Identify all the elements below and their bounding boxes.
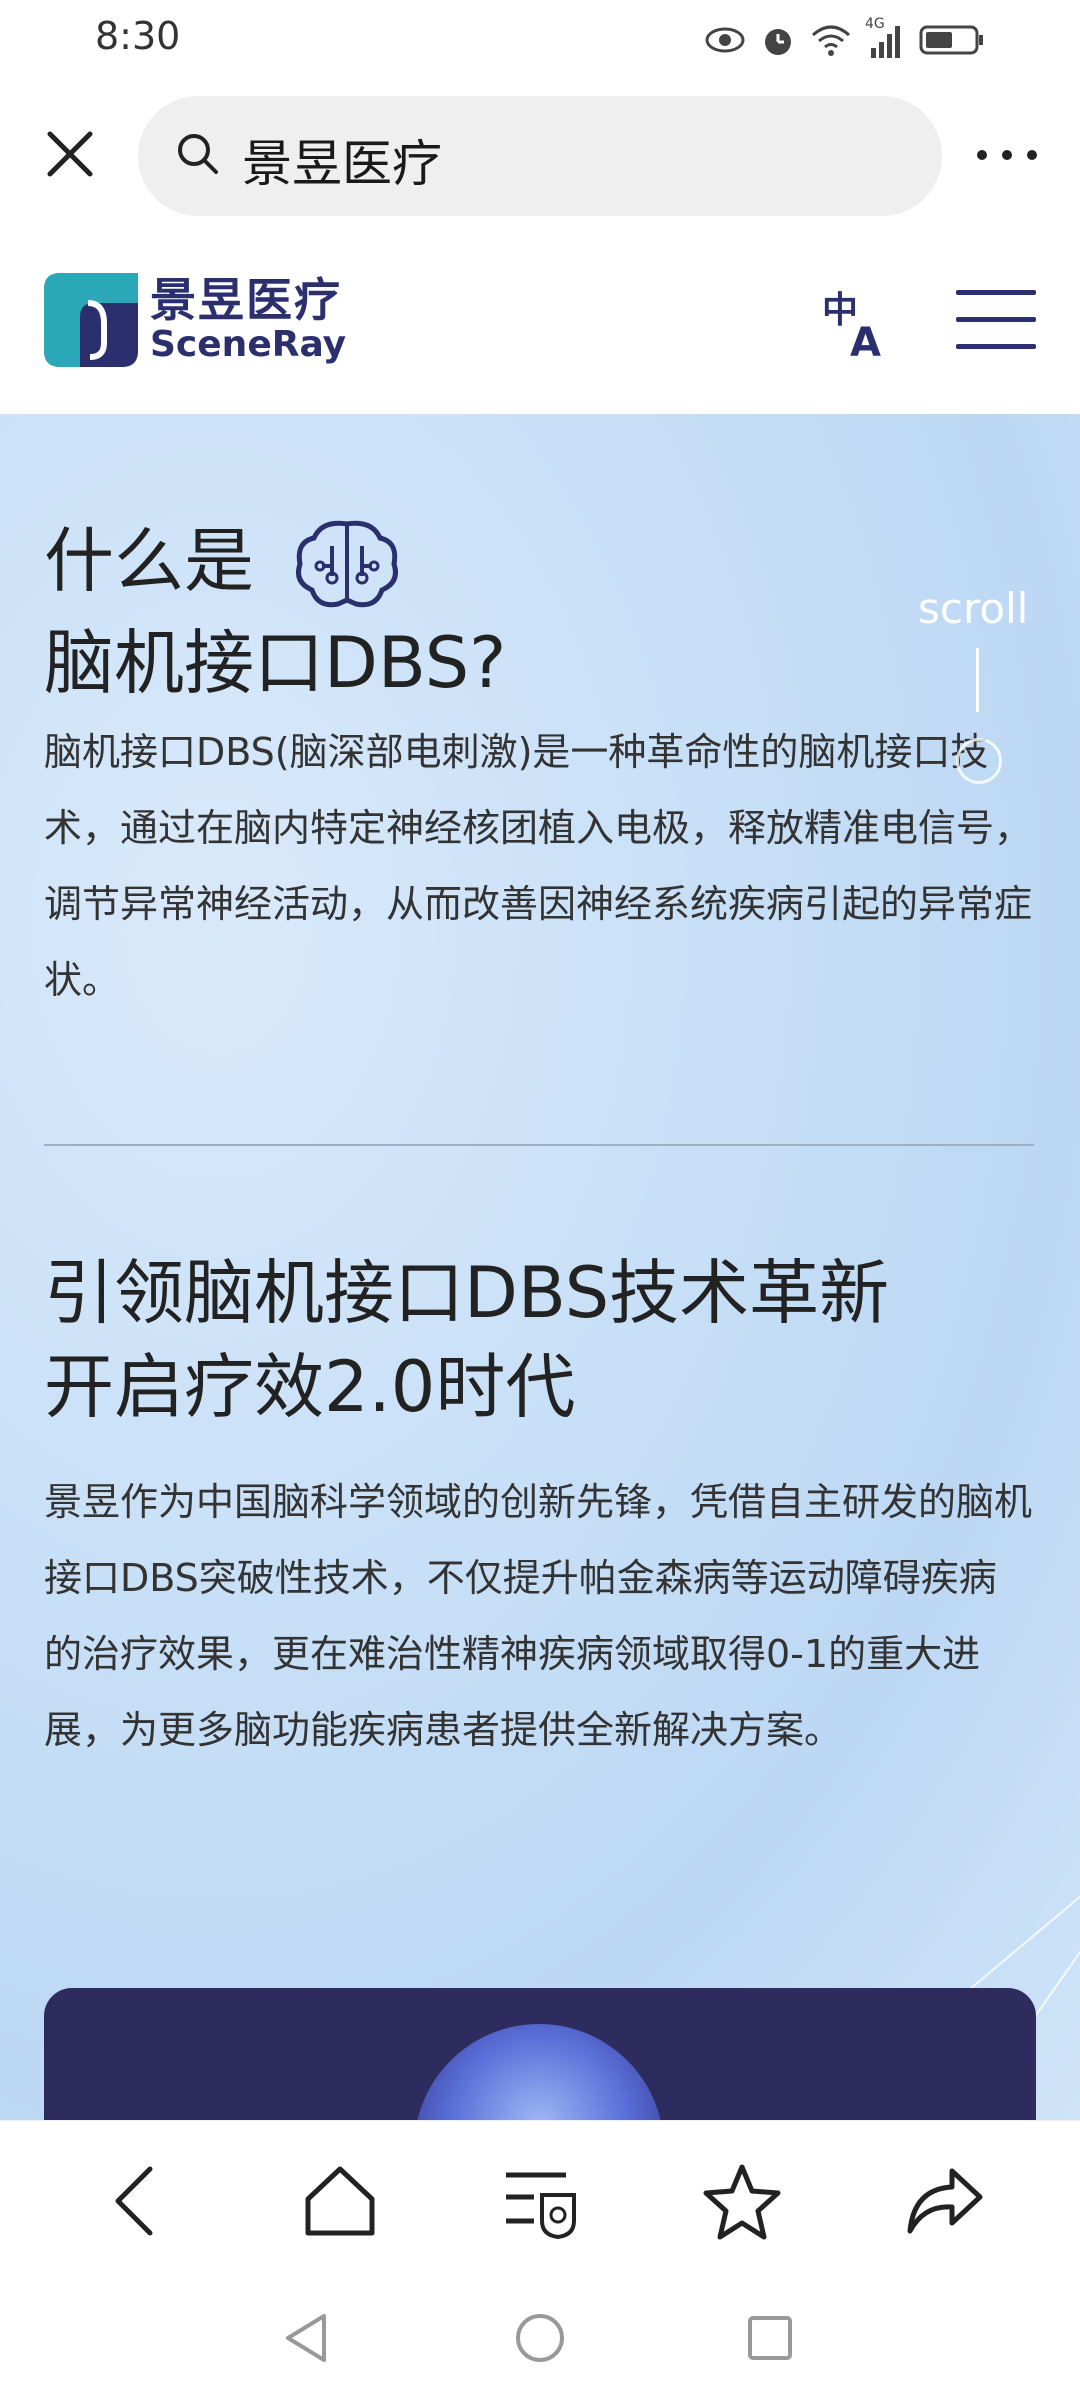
section1-title: 什么是 脑机接口DBS? bbox=[44, 514, 506, 710]
section2-body: 景昱作为中国脑科学领域的创新先锋，凭借自主研发的脑机接口DBS突破性技术，不仅提… bbox=[44, 1480, 1033, 1752]
brain-image-card bbox=[44, 1988, 1036, 2120]
wifi-icon bbox=[812, 25, 850, 56]
system-home-icon[interactable] bbox=[510, 2308, 570, 2368]
svg-text:A: A bbox=[850, 320, 881, 360]
system-navigation-bar bbox=[0, 2280, 1080, 2400]
brain-circuit-icon bbox=[296, 520, 399, 608]
browser-bottom-bar bbox=[0, 2120, 1080, 2281]
section1-body: 脑机接口DBS(脑深部电刺激)是一种革命性的脑机接口技术，通过在脑内特定神经核团… bbox=[44, 730, 1033, 1002]
site-header: 景昱医疗 SceneRay 中 A bbox=[0, 220, 1080, 414]
main-content: 什么是 脑机接口DBS? 脑机接口DBS(脑深部电刺激)是一种革命性的脑机接口技… bbox=[0, 414, 1080, 2120]
section-divider bbox=[44, 1144, 1034, 1146]
back-icon[interactable] bbox=[96, 2161, 176, 2241]
section1-title-line2: 脑机接口DBS? bbox=[44, 621, 507, 704]
scroll-line bbox=[976, 648, 979, 712]
brain-image bbox=[414, 2024, 664, 2120]
eye-icon bbox=[705, 27, 745, 53]
close-icon[interactable] bbox=[44, 128, 96, 180]
share-icon[interactable] bbox=[904, 2161, 984, 2241]
system-recents-icon[interactable] bbox=[740, 2308, 800, 2368]
section2-title-line2: 开启疗效2.0时代 bbox=[44, 1346, 576, 1428]
tabs-icon[interactable] bbox=[500, 2161, 580, 2241]
home-icon[interactable] bbox=[300, 2161, 380, 2241]
language-switch-icon[interactable]: 中 A bbox=[820, 284, 896, 360]
logo-text: 景昱医疗 SceneRay bbox=[150, 275, 346, 365]
signal-icon: 4G bbox=[865, 16, 905, 60]
bookmark-icon[interactable] bbox=[702, 2161, 782, 2241]
search-query: 景昱医疗 bbox=[242, 135, 442, 193]
search-bar[interactable]: 景昱医疗 bbox=[138, 96, 942, 216]
section2-title-line1: 引领脑机接口DBS技术革新 bbox=[44, 1252, 890, 1334]
alarm-icon bbox=[765, 29, 791, 55]
section1-title-line1: 什么是 bbox=[44, 520, 254, 602]
status-icons: 4G bbox=[705, 14, 985, 66]
sceneray-logo-icon bbox=[44, 273, 138, 367]
network-type: 4G bbox=[865, 16, 885, 32]
browser-top-bar: 景昱医疗 bbox=[0, 90, 1080, 220]
system-back-icon[interactable] bbox=[278, 2308, 338, 2368]
more-options-icon[interactable] bbox=[972, 130, 1042, 180]
logo-chinese: 景昱医疗 bbox=[150, 273, 342, 327]
section2-title: 引领脑机接口DBS技术革新 开启疗效2.0时代 bbox=[44, 1246, 889, 1434]
search-icon bbox=[178, 134, 218, 174]
status-bar: 8:30 4G bbox=[0, 0, 1080, 80]
scroll-indicator: scroll bbox=[918, 584, 1038, 784]
logo-english: SceneRay bbox=[150, 324, 347, 365]
status-time: 8:30 bbox=[95, 14, 181, 58]
scroll-dot bbox=[956, 738, 1002, 784]
scroll-label: scroll bbox=[918, 584, 1029, 633]
hamburger-menu-icon[interactable] bbox=[956, 290, 1036, 354]
battery-icon bbox=[919, 25, 983, 55]
site-logo[interactable]: 景昱医疗 SceneRay bbox=[44, 270, 346, 370]
